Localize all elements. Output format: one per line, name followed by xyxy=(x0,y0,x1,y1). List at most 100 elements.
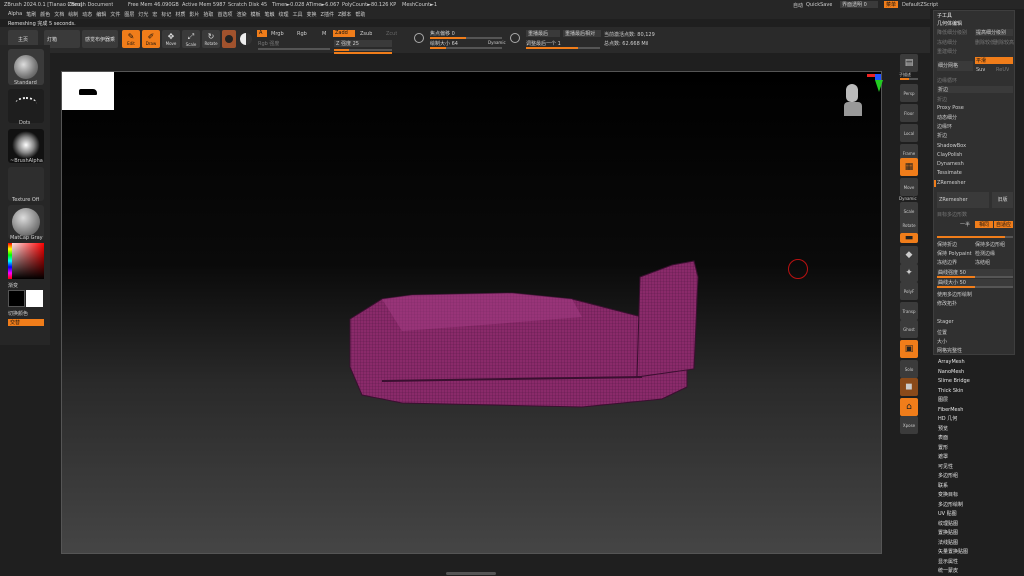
zsub-toggle[interactable]: Zsub xyxy=(360,31,372,37)
keep-polypaint-toggle[interactable]: 保持 Polypaint xyxy=(937,250,972,257)
menu-item[interactable]: 材质 xyxy=(175,11,185,18)
default-zscript[interactable]: DefaultZScript xyxy=(902,2,938,8)
texture-thumbnail[interactable] xyxy=(8,167,44,201)
subtool-icon[interactable]: ▤ xyxy=(900,54,918,72)
adjust-last-slider[interactable]: 调整最后一个 1 xyxy=(526,40,561,47)
zadd-toggle[interactable]: Zadd xyxy=(333,30,355,37)
edge-loop-button[interactable]: 边缘循环 xyxy=(937,77,957,84)
subpalette-item[interactable]: 遮罩 xyxy=(938,453,970,463)
lower-subdiv-button[interactable]: 降低细分级别 xyxy=(937,29,973,36)
freeze-border-toggle[interactable]: 冻结边界 xyxy=(937,259,957,266)
crease-menu-button[interactable]: 折边 xyxy=(937,132,947,139)
main-color-swatch[interactable] xyxy=(8,290,25,307)
menu-item[interactable]: 宏 xyxy=(152,11,157,18)
mesh-model[interactable] xyxy=(342,257,762,417)
solo-active-icon[interactable]: ▣ xyxy=(900,340,918,358)
menu-item[interactable]: Z脚本 xyxy=(338,11,351,18)
zremesher-section[interactable]: ZRemesher xyxy=(937,180,966,186)
subpalette-item[interactable]: 联系 xyxy=(938,482,970,492)
subpalette-item[interactable]: 置形 xyxy=(938,444,970,454)
canvas[interactable] xyxy=(61,71,883,554)
frame-active-icon[interactable]: ▦ xyxy=(900,158,918,176)
brown-icon[interactable]: ◼ xyxy=(900,378,918,396)
reuv-toggle[interactable]: ReUV xyxy=(996,67,1009,73)
solo-view-icon[interactable]: Solo xyxy=(900,360,918,378)
secondary-color-swatch[interactable] xyxy=(26,290,43,307)
keep-groups-toggle[interactable]: 保持多边形组 xyxy=(975,241,1005,248)
target-polycount-track[interactable] xyxy=(937,236,1013,238)
menu-item[interactable]: 工具 xyxy=(293,11,303,18)
a-toggle[interactable]: A xyxy=(257,30,267,37)
claypolish-button[interactable]: ClayPolish xyxy=(937,152,962,158)
adjust-last-track[interactable] xyxy=(526,47,600,49)
rgb-intensity-track[interactable] xyxy=(258,48,330,50)
crease-button[interactable]: 折边 xyxy=(937,86,1013,93)
subpalette-item[interactable]: Thick Skin xyxy=(938,387,970,397)
rotate-view-icon[interactable]: Rotate xyxy=(900,216,918,234)
scale-button[interactable]: ⤢ Scale xyxy=(182,30,200,48)
floor-icon[interactable]: Floor xyxy=(900,104,918,122)
position-button[interactable]: 位置 xyxy=(937,329,947,336)
suv-toggle[interactable]: Suv xyxy=(976,67,985,73)
subpalette-item[interactable]: 表面 xyxy=(938,434,970,444)
mesh-integrity-button[interactable]: 网格完整性 xyxy=(937,347,962,354)
focal-shift-slider[interactable]: 焦点偏移 0 xyxy=(430,30,455,37)
menu-item[interactable]: 模板 xyxy=(250,11,260,18)
draw-size-slider[interactable]: 绘制大小 64 xyxy=(430,40,458,47)
transp-icon[interactable]: ✦ xyxy=(900,264,918,282)
zremesher-button[interactable]: ZRemesher xyxy=(937,192,989,208)
menu-item[interactable]: 灯光 xyxy=(138,11,148,18)
subpalette-item[interactable]: 预览 xyxy=(938,425,970,435)
freeze-groups-toggle[interactable]: 冻结组 xyxy=(975,259,990,266)
persp-icon[interactable]: Persp xyxy=(900,84,918,102)
house-icon[interactable]: ⌂ xyxy=(900,398,918,416)
axis-gizmo-icon[interactable] xyxy=(867,72,883,96)
subpalette-item[interactable]: ArrayMesh xyxy=(938,358,970,368)
subpalette-item[interactable]: Slime Bridge xyxy=(938,377,970,387)
del-higher-button[interactable]: 删除较高 xyxy=(994,39,1014,46)
subpalette-item[interactable]: 显示属性 xyxy=(938,558,970,568)
material-thumbnail[interactable] xyxy=(8,205,44,239)
tessimate-button[interactable]: Tessimate xyxy=(937,170,962,176)
reconstruct-button[interactable]: 重建细分 xyxy=(937,48,957,55)
zcut-toggle[interactable]: Zcut xyxy=(386,31,397,37)
color-picker[interactable] xyxy=(8,243,44,279)
menu-item[interactable]: 帮助 xyxy=(355,11,365,18)
rgb-intensity-slider[interactable]: Rgb 强度 xyxy=(258,40,279,47)
menu-button[interactable]: 菜单 xyxy=(884,1,898,8)
target-polycount-slider[interactable]: 目标多边形数 xyxy=(937,211,967,218)
replay-last-button[interactable]: 重播最后 xyxy=(526,30,560,37)
divide-button[interactable]: 细分网格 xyxy=(937,61,973,71)
draw-button[interactable]: ✐ Draw xyxy=(142,30,160,48)
proxy-pose-button[interactable]: Proxy Pose xyxy=(937,105,964,111)
stager-button[interactable]: Stager xyxy=(937,319,954,325)
head-gizmo-icon[interactable] xyxy=(842,82,864,118)
ui-transparency[interactable]: 界面透明 0 xyxy=(840,1,878,8)
edgeloop-button[interactable]: 边缘环 xyxy=(937,123,952,130)
del-lower-button[interactable]: 删除较低 xyxy=(975,39,995,46)
subpalette-item[interactable]: 纹理贴图 xyxy=(938,520,970,530)
subpalette-item[interactable]: 置换贴图 xyxy=(938,529,970,539)
draw-size-track[interactable] xyxy=(430,47,502,49)
focal-shift-track[interactable] xyxy=(430,37,502,39)
line-fill-icon[interactable]: ▬ xyxy=(900,233,918,243)
curve-strength-track[interactable] xyxy=(937,276,1013,278)
subpalette-item[interactable]: 变换目标 xyxy=(938,491,970,501)
polyf-icon[interactable]: ◆ xyxy=(900,246,918,264)
dynamic-toggle[interactable]: Dynamic xyxy=(488,40,506,45)
lightbox-brush-button[interactable]: 感觉布伊器乘 xyxy=(82,30,118,48)
menu-item[interactable]: 首选项 xyxy=(217,11,232,18)
dynamesh-button[interactable]: Dynamesh xyxy=(937,161,964,167)
xpose-icon[interactable]: Ghost xyxy=(900,320,918,338)
switch-color-button[interactable]: 切换颜色 xyxy=(8,310,28,317)
quicksave-button[interactable]: QuickSave xyxy=(806,2,832,8)
menu-item[interactable]: 颜色 xyxy=(40,11,50,18)
subtool-slider[interactable] xyxy=(900,78,918,80)
edit-button[interactable]: ✎ Edit xyxy=(122,30,140,48)
hue-strip[interactable] xyxy=(8,243,12,279)
subpalette-item[interactable]: 多边形组 xyxy=(938,472,970,482)
subpalette-item[interactable]: 矢量置换贴图 xyxy=(938,548,970,558)
menu-item[interactable]: 纹理 xyxy=(279,11,289,18)
adaptive-button[interactable]: 自适应 xyxy=(994,221,1013,228)
local-icon[interactable]: Local xyxy=(900,124,918,142)
